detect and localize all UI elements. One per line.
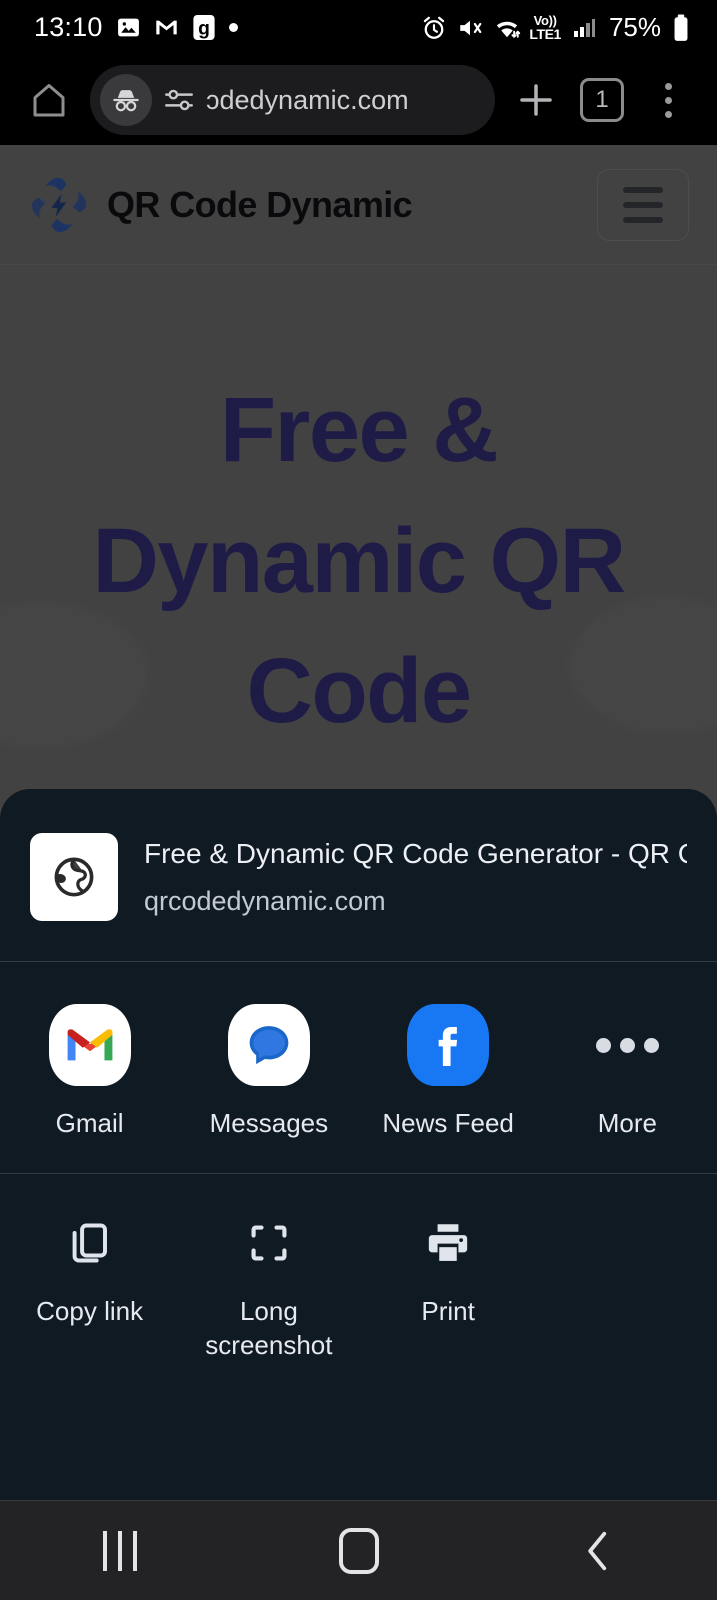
globe-icon: [51, 854, 97, 900]
status-bar-left: 13:10 g: [34, 12, 238, 43]
dot-indicator: [228, 23, 238, 32]
hamburger-icon-line: [623, 201, 663, 208]
status-time: 13:10: [34, 12, 103, 42]
share-sheet-titles: Free & Dynamic QR Code Generator - QR C……: [144, 838, 687, 917]
plus-icon: [515, 79, 557, 121]
phone-screen: 13:10 g Vo)) LTE1 75% ɔdedynamic.com 1 Q…: [0, 0, 717, 1600]
share-target-gmail[interactable]: Gmail: [0, 1004, 179, 1139]
copy-link-icon: [65, 1218, 115, 1268]
share-target-label: Messages: [209, 1108, 329, 1138]
gmail-icon: [48, 1004, 131, 1086]
battery-percent: 75%: [608, 12, 661, 42]
status-bar-right: Vo)) LTE1 75%: [421, 12, 691, 43]
site-brand[interactable]: QR Code Dynamic: [28, 174, 413, 236]
share-sheet: Free & Dynamic QR Code Generator - QR C……: [0, 789, 717, 1500]
home-icon: [29, 80, 69, 120]
share-apps-row: Gmail Messages News Feed More: [0, 962, 717, 1173]
image-icon: [116, 15, 141, 40]
home-button[interactable]: [18, 69, 80, 131]
android-nav-bar: [0, 1500, 717, 1600]
wifi-icon: [493, 15, 521, 41]
tab-count: 1: [580, 78, 624, 122]
tab-switcher-button[interactable]: 1: [571, 69, 633, 131]
tune-icon[interactable]: [162, 83, 196, 117]
incognito-icon: [100, 74, 152, 126]
recents-button[interactable]: [60, 1501, 180, 1600]
home-button-nav[interactable]: [299, 1501, 419, 1600]
signal-icon: [571, 16, 597, 40]
battery-icon: [671, 14, 691, 42]
mute-icon: [457, 15, 483, 41]
svg-text:g: g: [198, 18, 210, 39]
status-bar: 13:10 g Vo)) LTE1 75%: [0, 0, 717, 55]
share-target-label: Gmail: [55, 1108, 124, 1138]
gmail-icon: [154, 15, 179, 40]
new-tab-button[interactable]: [505, 69, 567, 131]
messages-icon: [227, 1004, 310, 1086]
more-dots-icon: [586, 1004, 668, 1086]
web-page: QR Code Dynamic Free & Dynamic QR Code G…: [0, 145, 717, 1500]
share-target-label: More: [597, 1108, 657, 1138]
action-label: Long screenshot: [205, 1296, 333, 1361]
hamburger-icon-line: [623, 186, 663, 193]
print-icon: [423, 1218, 473, 1268]
favicon-container: [30, 833, 118, 921]
shared-page-domain: qrcodedynamic.com: [144, 885, 386, 916]
share-target-news-feed[interactable]: News Feed: [359, 1004, 538, 1139]
brand-name: QR Code Dynamic: [107, 183, 413, 225]
shared-page-title: Free & Dynamic QR Code Generator - QR C…: [144, 837, 687, 869]
recents-icon: [102, 1530, 137, 1571]
share-sheet-header: Free & Dynamic QR Code Generator - QR C……: [0, 789, 717, 961]
qr-code-dynamic-logo: [28, 174, 90, 236]
volte-indicator: Vo)) LTE1: [529, 14, 561, 41]
long-screenshot-icon: [244, 1218, 294, 1268]
share-target-messages[interactable]: Messages: [179, 1004, 358, 1139]
url-text: ɔdedynamic.com: [206, 84, 409, 115]
facebook-icon: [407, 1004, 490, 1086]
back-button[interactable]: [538, 1501, 658, 1600]
share-target-more[interactable]: More: [538, 1004, 717, 1139]
g-app-icon: g: [192, 14, 216, 41]
action-print[interactable]: Print: [359, 1218, 538, 1328]
share-actions-row: Copy link Long screenshot Print: [0, 1174, 717, 1363]
browser-menu-button[interactable]: [637, 69, 699, 131]
site-hamburger-button[interactable]: [597, 168, 689, 241]
action-label: Print: [421, 1296, 475, 1326]
hamburger-icon-line: [623, 216, 663, 223]
alarm-icon: [421, 15, 447, 41]
three-dot-menu-icon: [664, 82, 672, 118]
back-icon: [579, 1529, 617, 1573]
browser-toolbar: ɔdedynamic.com 1: [0, 55, 717, 145]
home-button-icon: [338, 1527, 379, 1574]
share-target-label: News Feed: [382, 1108, 514, 1138]
site-header: QR Code Dynamic: [0, 145, 717, 265]
volte-bottom-label: LTE1: [529, 26, 561, 42]
action-long-screenshot[interactable]: Long screenshot: [179, 1218, 358, 1363]
action-label: Copy link: [36, 1296, 144, 1326]
action-copy-link[interactable]: Copy link: [0, 1218, 179, 1328]
address-bar[interactable]: ɔdedynamic.com: [90, 65, 495, 135]
